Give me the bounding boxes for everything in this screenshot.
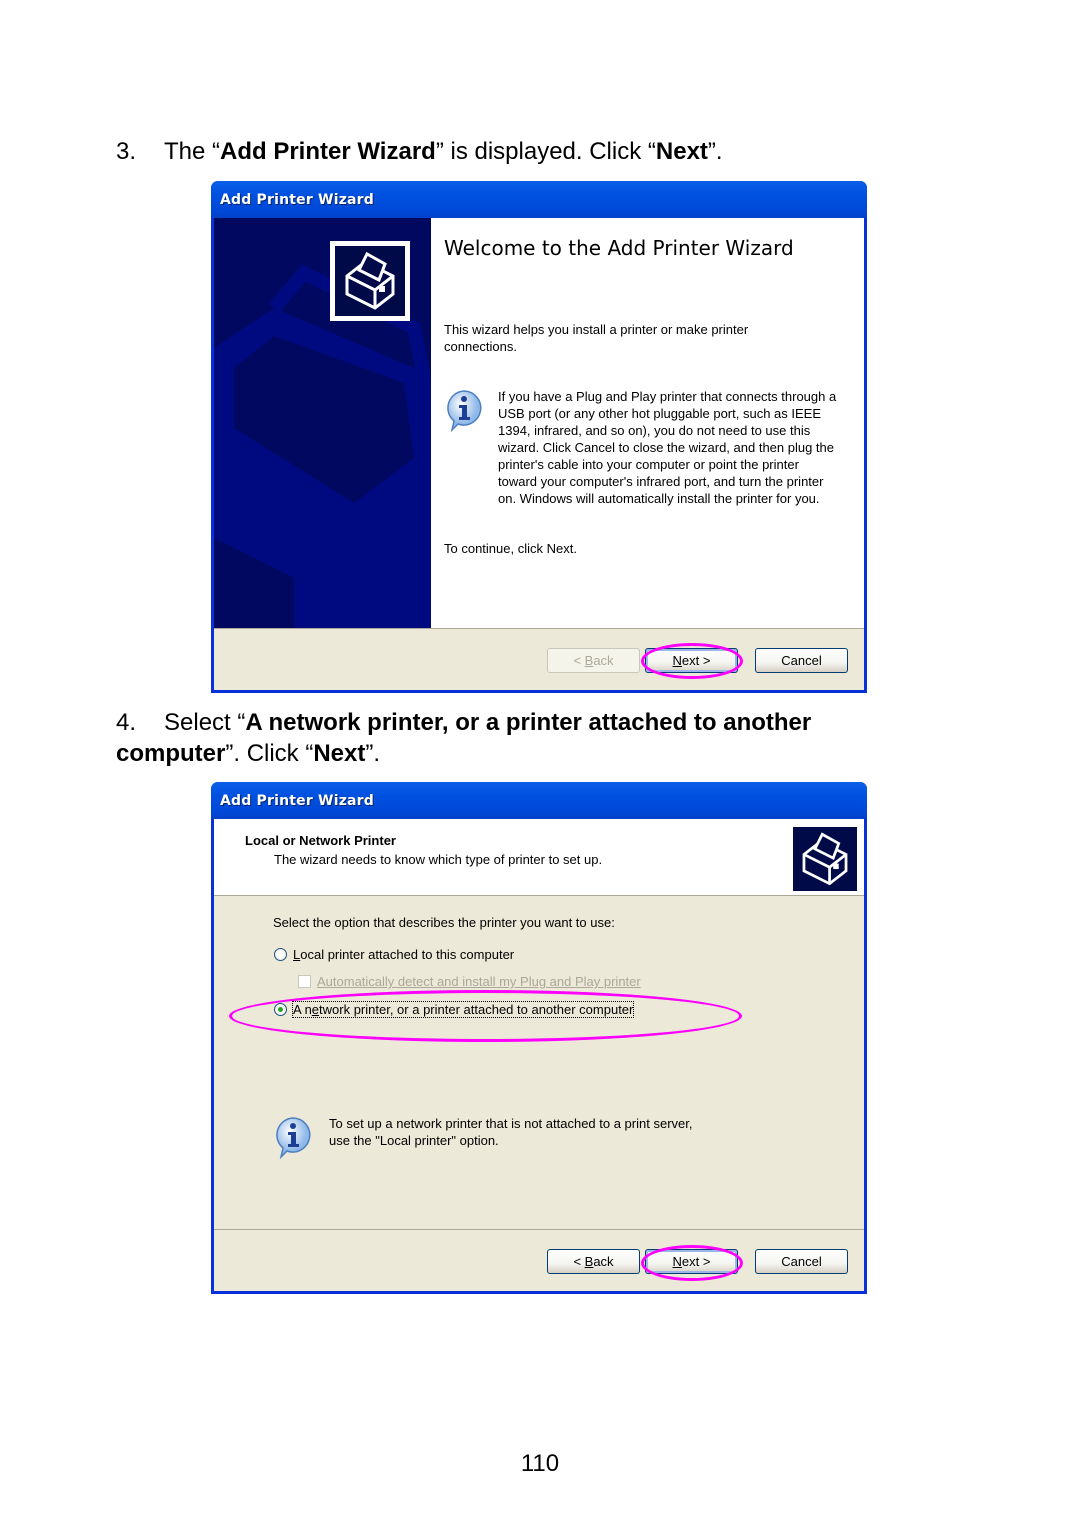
window-title: Add Printer Wizard xyxy=(220,192,375,208)
welcome-heading: Welcome to the Add Printer Wizard xyxy=(444,236,794,260)
back-button[interactable]: < Back xyxy=(547,1249,640,1274)
label: A n xyxy=(293,1002,312,1017)
bold-text: Next xyxy=(313,740,366,767)
printer-icon-frame xyxy=(793,827,857,891)
label: ext > xyxy=(681,1254,711,1269)
separator xyxy=(214,628,864,629)
info-block: To set up a network printer that is not … xyxy=(273,1115,692,1162)
radio-label[interactable]: Local printer attached to this computer xyxy=(293,947,514,962)
title-bar[interactable]: Add Printer Wizard xyxy=(211,782,867,819)
info-icon xyxy=(276,1117,311,1160)
text: ”. xyxy=(365,740,381,767)
intro-text: This wizard helps you install a printer … xyxy=(444,322,749,354)
next-button[interactable]: Next > xyxy=(645,648,738,673)
header-title: Local or Network Printer xyxy=(245,833,396,848)
continue-text: To continue, click Next. xyxy=(444,541,577,556)
step-number: 3. xyxy=(116,138,137,165)
printer-icon xyxy=(802,832,848,886)
label: < xyxy=(573,1254,585,1269)
accel-key: N xyxy=(672,653,682,668)
cancel-button[interactable]: Cancel xyxy=(755,648,848,673)
back-button[interactable]: < Back xyxy=(547,648,640,673)
accel-key: N xyxy=(672,1254,682,1269)
accel-key: e xyxy=(311,1002,320,1017)
checkbox xyxy=(298,975,311,988)
prompt-text: Select the option that describes the pri… xyxy=(273,915,615,930)
checkbox-label: Automatically detect and install my Plug… xyxy=(317,974,641,989)
wizard-content: Welcome to the Add Printer Wizard This w… xyxy=(431,218,864,628)
radio-button[interactable] xyxy=(274,948,287,961)
cancel-button[interactable]: Cancel xyxy=(755,1249,848,1274)
text: The “ xyxy=(164,138,221,165)
text: ”. xyxy=(707,138,723,165)
text: ” is displayed. Click “ xyxy=(435,138,656,165)
text: ”. Click “ xyxy=(225,740,314,767)
add-printer-wizard-welcome-window: Add Printer Wizard Welcome to the Add Pr… xyxy=(211,181,867,693)
info-line: To set up a network printer that is not … xyxy=(329,1116,693,1131)
bold-text: Next xyxy=(655,138,708,165)
info-block: If you have a Plug and Play printer that… xyxy=(444,388,836,506)
wizard-header: Local or Network Printer The wizard need… xyxy=(214,819,864,896)
label: ext > xyxy=(681,653,711,668)
separator xyxy=(214,1229,864,1230)
label: twork printer, or a printer attached to … xyxy=(319,1002,634,1017)
step-4-instruction: 4. Select “A network printer, or a printe… xyxy=(116,707,876,769)
info-icon xyxy=(447,390,482,433)
bold-text: Add Printer Wizard xyxy=(220,138,436,165)
add-printer-wizard-local-network-window: Add Printer Wizard Local or Network Prin… xyxy=(211,782,867,1294)
wizard-sidebar-graphic xyxy=(214,218,431,628)
label: ack xyxy=(593,653,614,668)
printer-icon xyxy=(345,251,395,310)
next-button[interactable]: Next > xyxy=(645,1249,738,1274)
label: ack xyxy=(593,1254,614,1269)
info-text: If you have a Plug and Play printer that… xyxy=(498,389,837,506)
page-number: 110 xyxy=(520,1450,560,1477)
step-number: 4. xyxy=(116,709,137,736)
info-text: To set up a network printer that is not … xyxy=(329,1115,749,1149)
label: < xyxy=(573,653,585,668)
step-3-instruction: 3. The “Add Printer Wizard” is displayed.… xyxy=(116,136,723,167)
header-subtitle: The wizard needs to know which type of p… xyxy=(274,852,603,867)
info-line: use the "Local printer" option. xyxy=(329,1133,499,1148)
title-bar[interactable]: Add Printer Wizard xyxy=(211,181,867,218)
label: ocal printer attached to this computer xyxy=(300,947,515,962)
printer-icon-frame xyxy=(330,241,410,321)
radio-label[interactable]: A network printer, or a printer attached… xyxy=(291,1001,635,1018)
text: Select “ xyxy=(164,709,246,736)
window-title: Add Printer Wizard xyxy=(220,793,375,809)
radio-button-selected[interactable] xyxy=(274,1003,287,1016)
